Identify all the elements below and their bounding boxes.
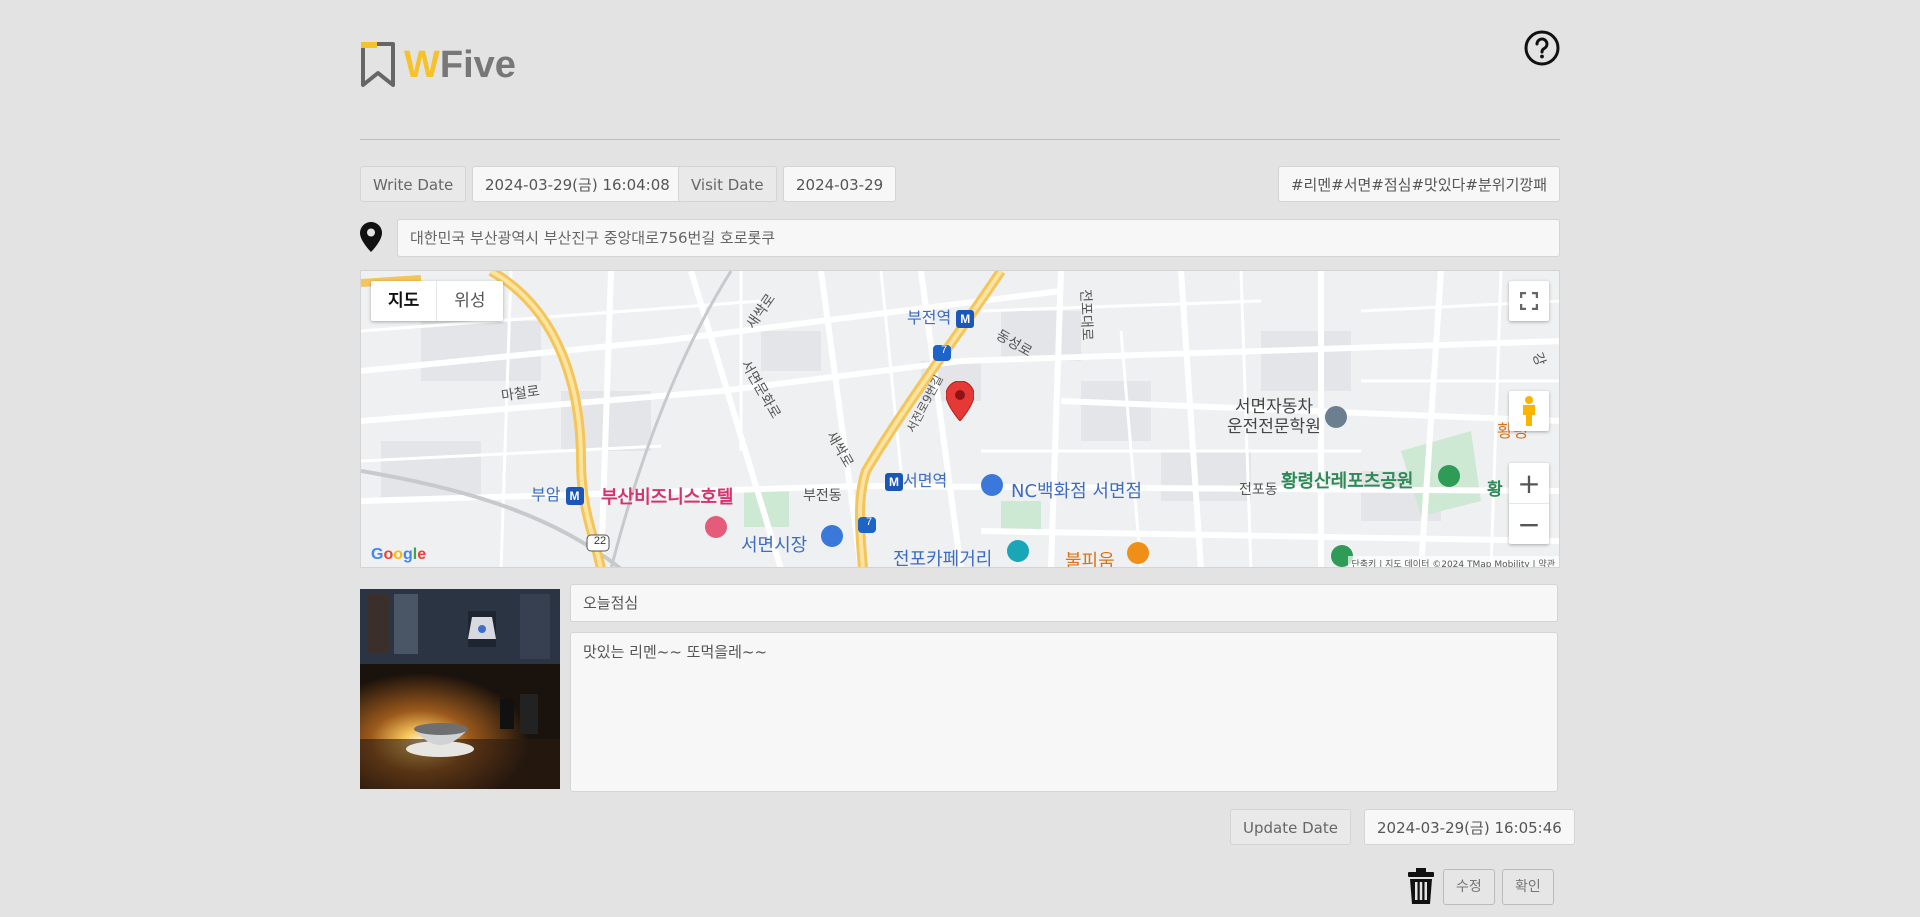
pegman-button[interactable] [1509, 391, 1549, 431]
location-pin-icon [360, 222, 382, 252]
visit-date-value: 2024-03-29 [783, 166, 897, 202]
map-label-jeonpo-dong: 전포동 [1239, 482, 1278, 498]
map-label-buam: 부암 M [531, 481, 584, 505]
map[interactable]: 부전역 M 동성로 전포대로 새싹로 서면문화로 마철로 새싹로 서전로9번길 … [360, 270, 1560, 568]
map-marker-icon[interactable] [946, 381, 974, 421]
post-title-field[interactable]: 오늘점심 [570, 584, 1558, 622]
map-label-busan-business-hotel: 부산비즈니스호텔 [601, 487, 734, 508]
google-logo: Google [371, 546, 427, 563]
confirm-button[interactable]: 확인 [1502, 869, 1554, 905]
map-label-seomyeon-station: M 서면역 [885, 467, 947, 491]
update-date-value: 2024-03-29(금) 16:05:46 [1364, 809, 1575, 845]
logo[interactable]: WFive [360, 42, 516, 88]
help-circle-icon[interactable] [1524, 30, 1560, 66]
address-field[interactable]: 대한민국 부산광역시 부산진구 중앙대로756번길 호로롯쿠 [397, 219, 1560, 257]
map-type-satellite-button[interactable]: 위성 [436, 281, 502, 321]
edit-button[interactable]: 수정 [1443, 869, 1495, 905]
zoom-control[interactable]: + − [1509, 463, 1549, 544]
zoom-in-button[interactable]: + [1509, 463, 1549, 503]
route-shield-7b: 7 [865, 516, 873, 528]
map-label-bujeon-dong: 부전동 [803, 488, 842, 504]
zoom-out-button[interactable]: − [1509, 503, 1549, 544]
visit-date-label: Visit Date [678, 166, 777, 202]
header-divider [360, 139, 1560, 140]
update-date-label: Update Date [1230, 809, 1351, 845]
route-shield-22: 22 [593, 535, 607, 547]
map-label-seomyeon-market: 서면시장 [741, 535, 808, 556]
tags-field: #리멘#서면#점심#맛있다#분위기깡패 [1277, 166, 1560, 202]
map-label-driving-school: 서면자동차 운전전문학원 [1227, 397, 1321, 437]
bookmark-logo-icon [361, 42, 395, 87]
map-label-bulpium: 불피움 [1065, 551, 1115, 568]
pegman-icon [1523, 396, 1535, 426]
post-photo [360, 589, 560, 789]
post-body-field[interactable]: 맛있는 리멘~~ 또먹을레~~ [570, 632, 1558, 792]
write-date-label: Write Date [360, 166, 467, 202]
route-shield-7a: 7 [940, 344, 948, 356]
map-label-hwangryeong-park: 황령산레포츠공원 [1281, 471, 1414, 492]
map-type-map-button[interactable]: 지도 [371, 281, 436, 321]
map-label-nc-department: NC백화점 서면점 [1011, 481, 1143, 502]
map-label-jeonpo-daero: 전포대로 [1076, 289, 1095, 342]
map-label-hwang-partial2: 황 [1487, 480, 1503, 500]
trash-icon[interactable] [1407, 868, 1435, 904]
map-label-bujeon-station: 부전역 M [907, 304, 975, 328]
map-attribution[interactable]: 단축키 | 지도 데이터 ©2024 TMap Mobility | 약관 [1347, 556, 1559, 567]
page: WFive Write Date 2024-03-29(금) 16:04:08 … [360, 0, 1575, 917]
fullscreen-button[interactable] [1509, 281, 1549, 321]
write-date-value: 2024-03-29(금) 16:04:08 [472, 166, 683, 202]
fullscreen-icon [1520, 292, 1538, 310]
map-label-jeonpo-cafe: 전포카페거리 [893, 549, 993, 568]
logo-text: WFive [404, 43, 516, 86]
map-type-toggle[interactable]: 지도 위성 [371, 281, 503, 321]
